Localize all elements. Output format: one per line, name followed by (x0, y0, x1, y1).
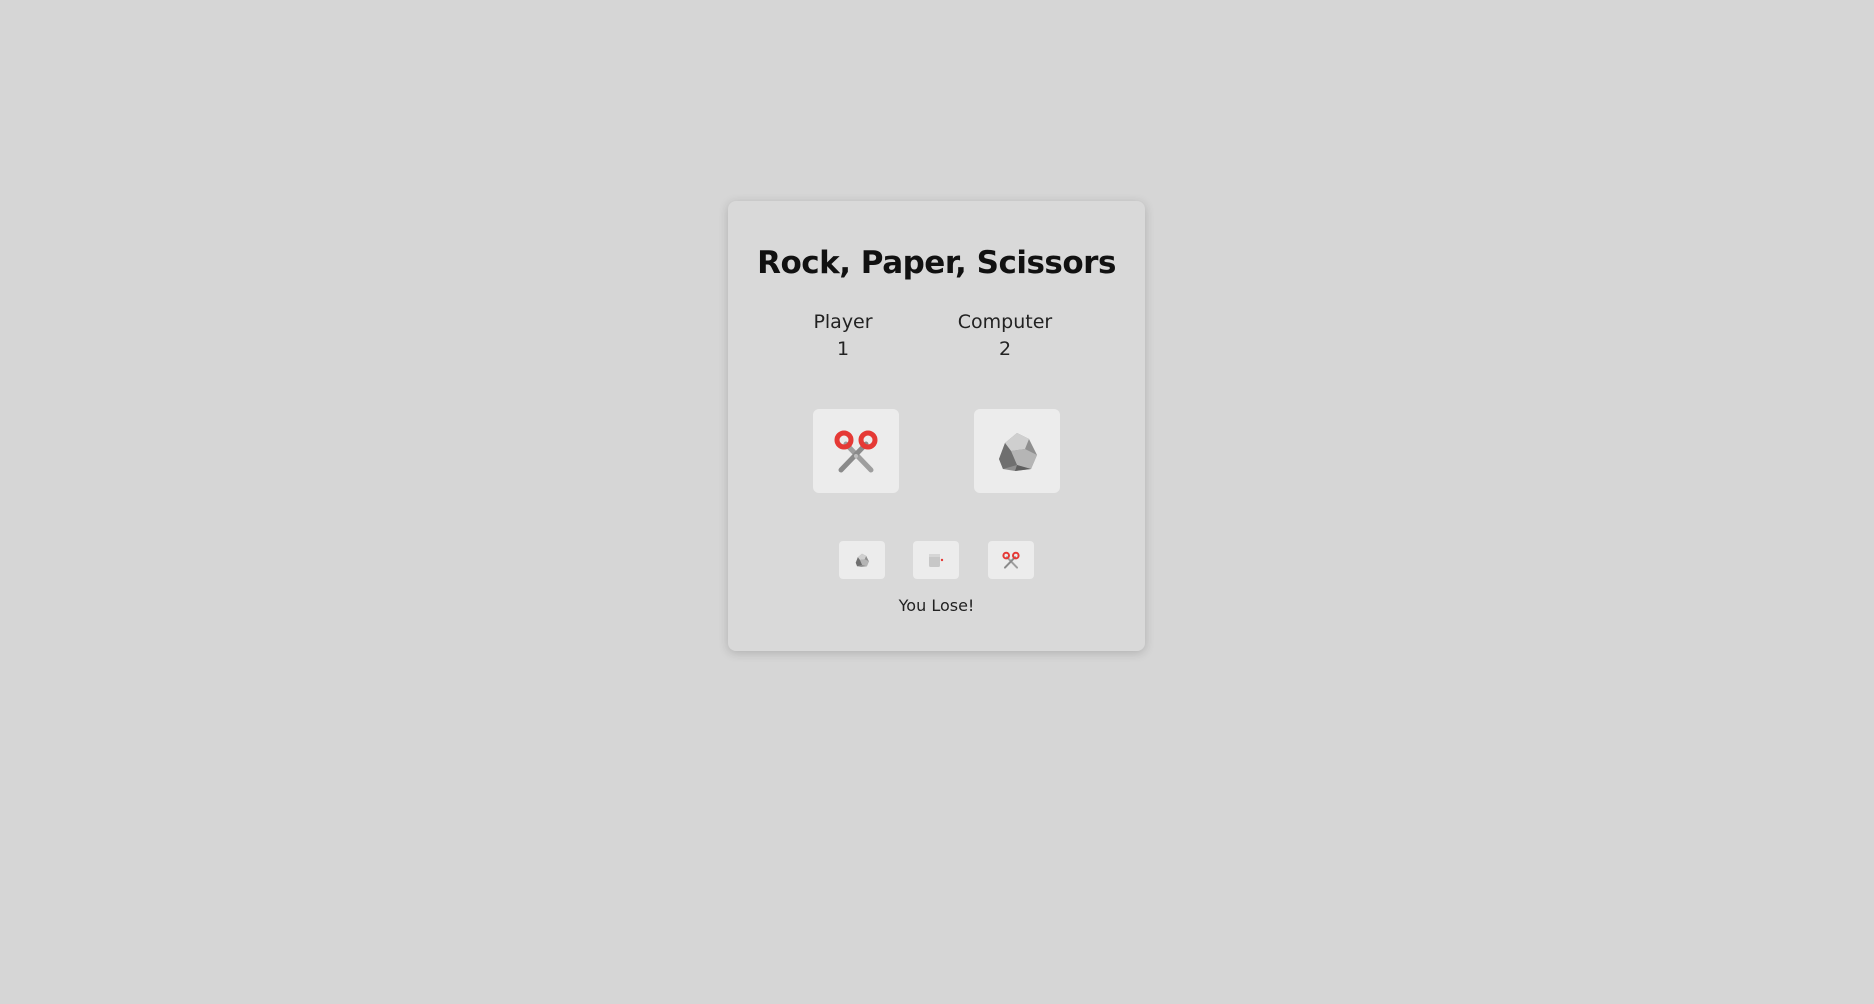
paper-icon (929, 554, 944, 567)
computer-label: Computer (957, 311, 1053, 333)
result-message: You Lose! (898, 596, 975, 615)
paper-button[interactable] (913, 541, 959, 579)
scissors-icon (1002, 551, 1020, 569)
scissors-button[interactable] (988, 541, 1034, 579)
player-choice-display (813, 409, 899, 493)
game-card: Rock, Paper, Scissors Player 1 Computer … (728, 201, 1145, 651)
player-score: 1 (836, 338, 850, 360)
rock-icon (999, 433, 1037, 471)
computer-choice-display (974, 409, 1060, 493)
player-score-block: Player 1 (788, 309, 898, 363)
game-title: Rock, Paper, Scissors (757, 245, 1116, 281)
computer-score-block: Computer 2 (950, 309, 1060, 363)
player-label: Player (813, 311, 873, 333)
scissors-icon (834, 430, 878, 473)
rock-button[interactable] (839, 541, 885, 579)
computer-score: 2 (998, 338, 1012, 360)
rock-icon (855, 553, 869, 567)
